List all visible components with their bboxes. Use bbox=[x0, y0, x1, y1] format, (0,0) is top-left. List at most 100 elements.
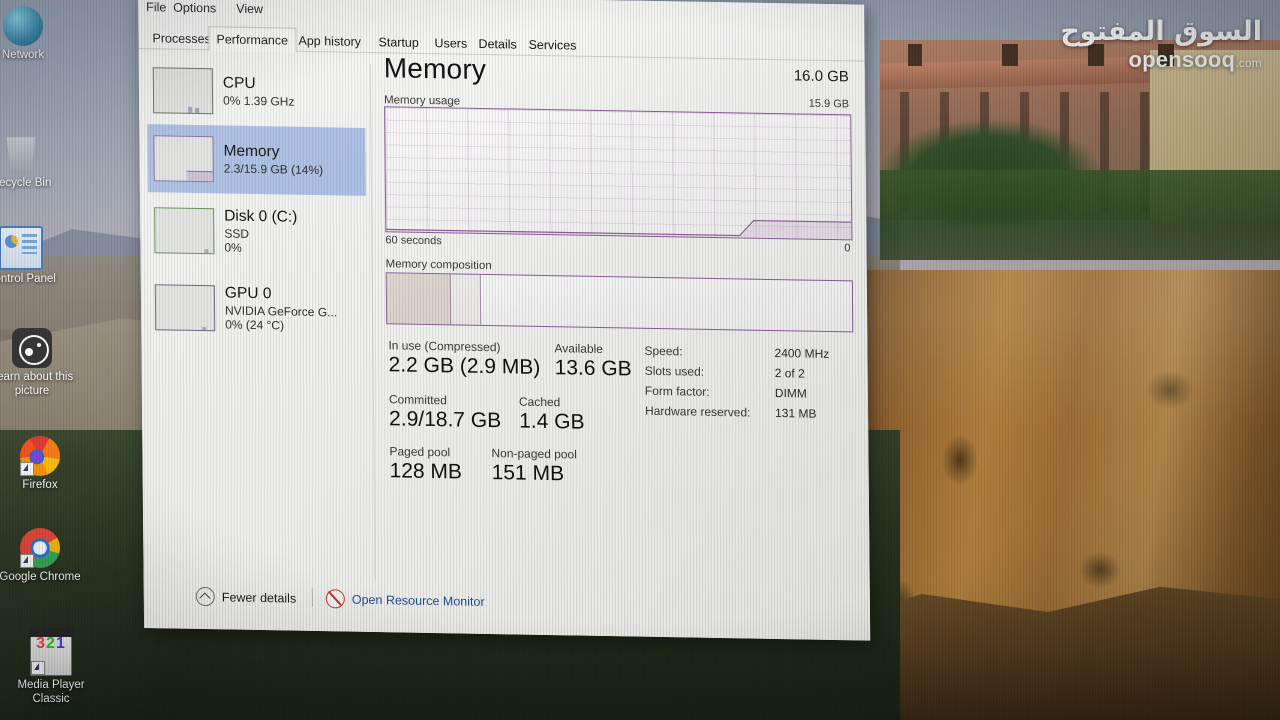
menu-item-file[interactable]: File bbox=[146, 0, 166, 14]
graph-x-left-label: 60 seconds bbox=[385, 234, 442, 248]
stat-value: 151 MB bbox=[491, 461, 565, 486]
detail-value-form-factor: DIMM bbox=[774, 386, 807, 401]
cpu-thumbnail bbox=[152, 67, 214, 115]
stat-label: Committed bbox=[388, 392, 448, 408]
stat-cached: Cached 1.4 GB bbox=[519, 395, 585, 435]
wallpaper-garden bbox=[880, 170, 1280, 260]
task-manager-window[interactable]: File Options View Processes Performance … bbox=[138, 0, 871, 641]
stat-available: Available 13.6 GB bbox=[554, 341, 631, 381]
memory-thumbnail bbox=[153, 135, 214, 183]
stat-value: 13.6 GB bbox=[554, 356, 632, 381]
detail-label-hardware-reserved: Hardware reserved: bbox=[644, 403, 751, 420]
detail-value-speed: 2400 MHz bbox=[774, 346, 830, 361]
detail-label-form-factor: Form factor: bbox=[644, 383, 710, 399]
sidebar-divider bbox=[369, 64, 376, 581]
disk-thumbnail bbox=[154, 207, 215, 255]
memory-stats: In use (Compressed) 2.2 GB (2.9 MB) Avai… bbox=[386, 338, 855, 496]
detail-label-slots-used: Slots used: bbox=[644, 363, 705, 379]
desktop-icon-control-panel[interactable]: Control Panel bbox=[0, 226, 64, 287]
resource-sidebar: CPU 0% 1.39 GHz Memory 2.3/15.9 GB (14%) bbox=[147, 56, 376, 584]
gpu-thumbnail bbox=[154, 284, 216, 332]
chevron-up-icon bbox=[195, 586, 215, 607]
sidebar-item-title: GPU 0 bbox=[224, 284, 272, 303]
composition-segment-modified bbox=[449, 274, 482, 325]
menu-item-view[interactable]: View bbox=[236, 2, 263, 16]
composition-segment-in-use bbox=[386, 273, 451, 325]
tab-details[interactable]: Details bbox=[470, 31, 524, 57]
graph-max-value: 15.9 GB bbox=[808, 97, 850, 111]
desktop-icon-label: Learn about this picture bbox=[0, 371, 74, 397]
desktop-icon-firefox[interactable]: Firefox bbox=[0, 436, 83, 493]
detail-value-hardware-reserved: 131 MB bbox=[775, 406, 817, 421]
stat-value: 2.2 GB (2.9 MB) bbox=[388, 353, 541, 379]
watermark-latin: opensooq bbox=[1128, 47, 1236, 73]
stat-label: Available bbox=[554, 341, 604, 357]
stat-value: 2.9/18.7 GB bbox=[388, 407, 502, 433]
desktop-icon-label: Recycle Bin bbox=[0, 177, 52, 189]
chrome-icon bbox=[20, 528, 60, 568]
stat-committed: Committed 2.9/18.7 GB bbox=[389, 392, 501, 433]
stat-label: Non-paged pool bbox=[491, 446, 577, 462]
sidebar-item-disk[interactable]: Disk 0 (C:) SSD 0% bbox=[148, 192, 367, 272]
desktop-icon-label: Google Chrome bbox=[0, 571, 81, 583]
stat-label: Cached bbox=[518, 394, 561, 410]
stat-value: 128 MB bbox=[389, 459, 463, 484]
sidebar-item-sub: 2.3/15.9 GB (14%) bbox=[223, 161, 324, 178]
desktop-icon-google-chrome[interactable]: Google Chrome bbox=[0, 528, 83, 585]
recycle-bin-icon bbox=[6, 137, 36, 174]
desktop-icon-recycle-bin[interactable]: Recycle Bin bbox=[0, 134, 64, 191]
stat-in-use: In use (Compressed) 2.2 GB (2.9 MB) bbox=[388, 338, 540, 380]
sidebar-item-title: Memory bbox=[223, 142, 280, 161]
sidebar-item-cpu[interactable]: CPU 0% 1.39 GHz bbox=[147, 56, 366, 128]
firefox-icon bbox=[20, 436, 60, 476]
page-title: Memory bbox=[383, 52, 487, 86]
sidebar-item-sub2: 0% (24 °C) bbox=[225, 317, 285, 333]
memory-composition-label: Memory composition bbox=[385, 258, 492, 273]
opensooq-watermark: السوق المفتوح opensooq.com bbox=[1060, 16, 1262, 73]
tab-users[interactable]: Users bbox=[426, 30, 475, 56]
fewer-details-label: Fewer details bbox=[221, 589, 297, 606]
menu-item-options[interactable]: Options bbox=[173, 1, 216, 16]
footer-divider bbox=[311, 587, 313, 607]
graph-x-right-label: 0 bbox=[844, 242, 851, 255]
open-resource-monitor-label: Open Resource Monitor bbox=[351, 592, 485, 609]
desktop-icon-learn-about-picture[interactable]: Learn about this picture bbox=[0, 328, 80, 398]
sidebar-item-title: Disk 0 (C:) bbox=[224, 207, 298, 227]
desktop-icon-media-player-classic[interactable]: 321 Media Player Classic bbox=[8, 634, 94, 706]
desktop-icon-network[interactable]: Network bbox=[0, 6, 66, 63]
memory-usage-plot bbox=[386, 219, 852, 239]
total-memory-value: 16.0 GB bbox=[793, 67, 849, 86]
detail-label-speed: Speed: bbox=[644, 343, 683, 359]
sidebar-item-gpu[interactable]: GPU 0 NVIDIA GeForce G... 0% (24 °C) bbox=[149, 268, 368, 350]
stat-label: In use (Compressed) bbox=[388, 338, 501, 355]
shortcut-arrow-icon bbox=[20, 462, 34, 476]
media-player-classic-icon: 321 bbox=[30, 634, 72, 676]
stat-non-paged-pool: Non-paged pool 151 MB bbox=[491, 446, 577, 486]
memory-panel: Memory 16.0 GB Memory usage 15.9 GB 60 s… bbox=[384, 52, 856, 592]
open-resource-monitor-link[interactable]: Open Resource Monitor bbox=[325, 589, 485, 611]
desktop-icon-label: Firefox bbox=[22, 479, 58, 491]
stat-value: 1.4 GB bbox=[519, 409, 585, 434]
desktop-icon-label: Network bbox=[1, 49, 45, 61]
shortcut-arrow-icon bbox=[20, 554, 34, 568]
tab-startup[interactable]: Startup bbox=[370, 29, 427, 55]
network-icon bbox=[3, 6, 43, 46]
desktop-icon-label: Control Panel bbox=[0, 273, 56, 285]
sidebar-item-sub: 0% 1.39 GHz bbox=[222, 93, 295, 109]
resource-monitor-icon bbox=[325, 589, 345, 609]
performance-content: CPU 0% 1.39 GHz Memory 2.3/15.9 GB (14%) bbox=[139, 48, 870, 593]
desktop-icon-label: Media Player Classic bbox=[17, 679, 85, 705]
watermark-tld: .com bbox=[1235, 56, 1262, 71]
memory-composition-bar[interactable] bbox=[385, 272, 854, 333]
sidebar-item-title: CPU bbox=[222, 74, 256, 93]
memory-usage-graph[interactable] bbox=[384, 106, 853, 241]
detail-value-slots-used: 2 of 2 bbox=[774, 366, 805, 381]
fewer-details-button[interactable]: Fewer details bbox=[195, 586, 297, 608]
watermark-arabic: السوق المفتوح bbox=[1060, 16, 1262, 47]
shortcut-arrow-icon bbox=[31, 661, 45, 675]
stat-paged-pool: Paged pool 128 MB bbox=[389, 444, 462, 484]
stat-label: Paged pool bbox=[389, 444, 451, 460]
picture-info-icon bbox=[12, 328, 52, 368]
sidebar-item-memory[interactable]: Memory 2.3/15.9 GB (14%) bbox=[147, 124, 366, 196]
control-panel-icon bbox=[0, 226, 43, 270]
